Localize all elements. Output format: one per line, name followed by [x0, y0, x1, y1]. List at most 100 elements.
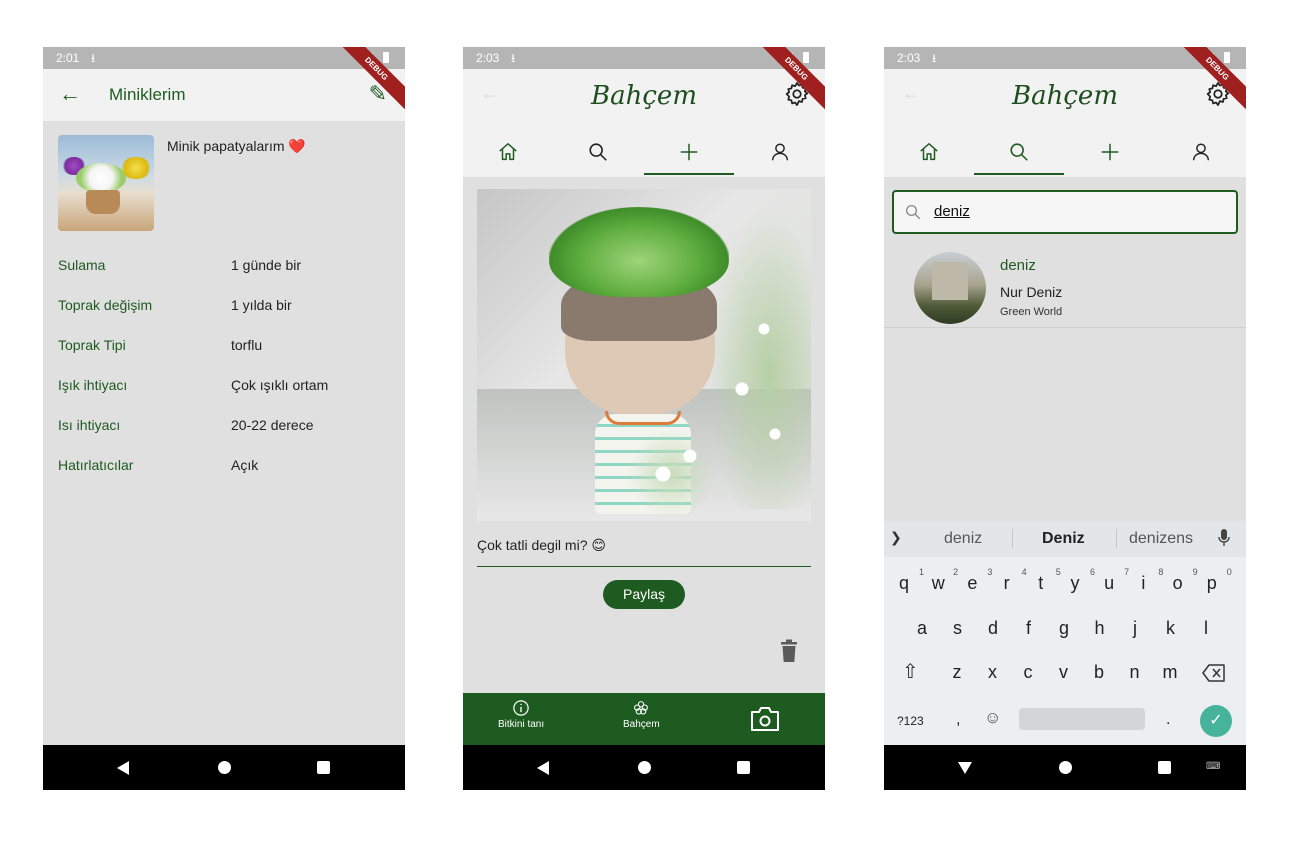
- status-time: 2:03: [476, 51, 500, 65]
- symbols-key[interactable]: ?123: [897, 714, 924, 728]
- key-d[interactable]: d: [981, 618, 1005, 639]
- key-g[interactable]: g: [1052, 618, 1076, 639]
- key-v[interactable]: v: [1052, 662, 1076, 683]
- nav-back-icon[interactable]: [537, 761, 549, 775]
- tab-search[interactable]: [974, 135, 1064, 175]
- nav-recents-icon[interactable]: [737, 761, 750, 774]
- chevron-right-icon[interactable]: ❯: [890, 529, 902, 546]
- key-q[interactable]: q1: [892, 567, 924, 594]
- home-icon: [920, 143, 938, 161]
- tab-home[interactable]: [884, 135, 974, 175]
- detail-row-watering: Sulama 1 günde bir: [58, 257, 388, 277]
- flower-icon: [634, 701, 649, 715]
- top-tab-bar: [463, 135, 825, 175]
- key-i[interactable]: i8: [1131, 567, 1163, 594]
- comma-key[interactable]: ,: [956, 711, 960, 729]
- avatar: [914, 252, 986, 324]
- battery-icon: [1224, 52, 1230, 63]
- key-m[interactable]: m: [1158, 662, 1182, 683]
- bottom-nav-label: Bitkini tanı: [498, 719, 545, 730]
- key-a[interactable]: a: [910, 618, 934, 639]
- download-icon: ⭳: [511, 51, 516, 65]
- nav-home-icon[interactable]: [218, 761, 231, 774]
- caption-input[interactable]: Çok tatli degil mi? 😊: [477, 533, 811, 567]
- detail-value: Çok ışıklı ortam: [231, 377, 329, 393]
- period-key[interactable]: .: [1166, 711, 1170, 729]
- bottom-nav-label: Bahçem: [623, 719, 660, 730]
- key-z[interactable]: z: [945, 662, 969, 683]
- enter-check-icon[interactable]: ✓: [1200, 705, 1232, 737]
- bottom-nav-garden[interactable]: Bahçem: [623, 699, 660, 730]
- key-p[interactable]: p0: [1200, 567, 1232, 594]
- key-n[interactable]: n: [1123, 662, 1147, 683]
- key-e[interactable]: e3: [960, 567, 992, 594]
- battery-icon: [383, 52, 389, 63]
- keyboard-switch-icon[interactable]: ⌨: [1206, 761, 1220, 772]
- result-fullname: Nur Deniz: [1000, 284, 1063, 300]
- shift-key[interactable]: ⇧: [902, 659, 919, 684]
- detail-label: Toprak değişim: [58, 297, 153, 313]
- key-r[interactable]: r4: [995, 567, 1027, 594]
- space-key[interactable]: [1019, 708, 1145, 730]
- key-w[interactable]: w2: [926, 567, 959, 594]
- app-header: ← Bahçem: [884, 69, 1246, 177]
- key-k[interactable]: k: [1159, 618, 1183, 639]
- plus-icon: [680, 143, 698, 161]
- nav-home-icon[interactable]: [638, 761, 651, 774]
- bottom-nav-identify[interactable]: Bitkini tanı: [498, 699, 544, 730]
- key-j[interactable]: j: [1123, 618, 1147, 639]
- detail-value: Açık: [231, 457, 259, 473]
- trash-icon[interactable]: [779, 639, 799, 663]
- plant-detail-screen: 2:01 ⭳ ▼ DEBUG ← Miniklerim ✎ Minik papa…: [43, 47, 405, 790]
- suggestion-2[interactable]: Deniz: [1042, 530, 1085, 548]
- suggestion-1[interactable]: deniz: [944, 530, 982, 548]
- detail-label: Isı ihtiyacı: [58, 417, 121, 433]
- detail-row-soil-type: Toprak Tipi torflu: [58, 337, 388, 357]
- key-l[interactable]: l: [1194, 618, 1218, 639]
- suggestion-3[interactable]: denizens: [1129, 530, 1193, 548]
- key-u[interactable]: u7: [1097, 567, 1129, 594]
- share-button[interactable]: Paylaş: [603, 580, 685, 609]
- key-c[interactable]: c: [1016, 662, 1040, 683]
- key-o[interactable]: o9: [1166, 567, 1198, 594]
- nav-hide-keyboard-icon[interactable]: [958, 762, 972, 774]
- user-result-item[interactable]: deniz Nur Deniz Green World: [884, 244, 1246, 328]
- search-input[interactable]: deniz: [892, 190, 1238, 234]
- app-header: ← Bahçem: [463, 69, 825, 177]
- key-x[interactable]: x: [981, 662, 1005, 683]
- search-value: deniz: [934, 203, 970, 220]
- nav-back-icon[interactable]: [117, 761, 129, 775]
- camera-icon[interactable]: [750, 706, 780, 732]
- tab-add[interactable]: [644, 135, 734, 175]
- person-icon: [771, 143, 789, 161]
- detail-row-reminders: Hatırlatıcılar Açık: [58, 457, 388, 477]
- tab-add[interactable]: [1065, 135, 1155, 175]
- tab-search[interactable]: [553, 135, 643, 175]
- new-post-screen: 2:03 ⭳ ▼ DEBUG ← Bahçem: [463, 47, 825, 790]
- tab-profile[interactable]: [735, 135, 825, 175]
- key-b[interactable]: b: [1087, 662, 1111, 683]
- search-screen: 2:03 ⭳ ▼ DEBUG ← Bahçem deni: [884, 47, 1246, 790]
- home-icon: [499, 143, 517, 161]
- tab-profile[interactable]: [1156, 135, 1246, 175]
- nav-recents-icon[interactable]: [317, 761, 330, 774]
- detail-label: Işık ihtiyacı: [58, 377, 128, 393]
- app-logo-title: Bahçem: [1012, 81, 1118, 111]
- mic-icon[interactable]: [1218, 528, 1230, 548]
- download-icon: ⭳: [932, 51, 937, 65]
- back-arrow-icon[interactable]: ←: [59, 81, 81, 107]
- post-photo[interactable]: [477, 189, 811, 521]
- key-s[interactable]: s: [946, 618, 970, 639]
- key-f[interactable]: f: [1017, 618, 1041, 639]
- key-y[interactable]: y6: [1063, 567, 1096, 594]
- key-t[interactable]: t5: [1029, 567, 1061, 594]
- nav-recents-icon[interactable]: [1158, 761, 1171, 774]
- emoji-icon[interactable]: ☺: [984, 708, 1001, 728]
- backspace-icon[interactable]: [1202, 664, 1226, 682]
- key-h[interactable]: h: [1088, 618, 1112, 639]
- tab-home[interactable]: [463, 135, 553, 175]
- detail-label: Toprak Tipi: [58, 337, 126, 353]
- status-time: 2:01: [56, 51, 80, 65]
- nav-home-icon[interactable]: [1059, 761, 1072, 774]
- search-icon: [905, 204, 921, 220]
